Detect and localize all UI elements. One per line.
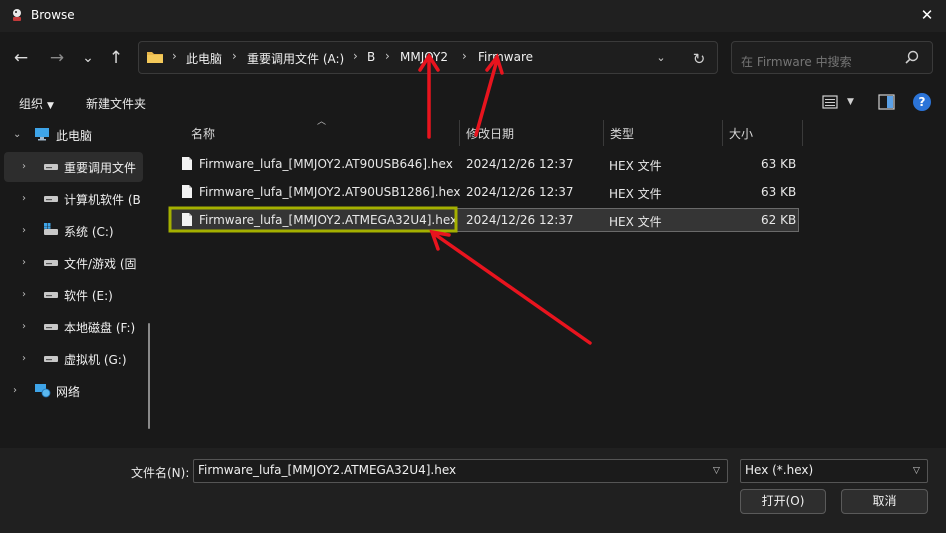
- chevron-right-icon[interactable]: ›: [22, 225, 26, 236]
- annotation-arrow-selected-file: [429, 229, 592, 345]
- organize-menu[interactable]: 组织 ▼: [19, 95, 54, 112]
- breadcrumb-drive-a[interactable]: 重要调用文件 (A:): [247, 50, 344, 67]
- file-name[interactable]: Firmware_lufa_[MMJOY2.AT90USB1286].hex: [199, 185, 460, 199]
- breadcrumb-separator: ›: [385, 49, 390, 63]
- filename-input[interactable]: Firmware_lufa_[MMJOY2.ATMEGA32U4].hex: [193, 459, 728, 483]
- network-icon: [35, 384, 51, 398]
- chevron-down-icon[interactable]: ▽: [713, 466, 720, 476]
- window-title: Browse: [31, 8, 75, 22]
- view-options-icon[interactable]: [821, 92, 843, 112]
- breadcrumb-separator: ›: [353, 49, 358, 63]
- drive-icon: [44, 356, 58, 362]
- chevron-right-icon[interactable]: ›: [22, 193, 26, 204]
- back-arrow-icon: ←: [13, 48, 29, 68]
- sidebar-item-drive-d[interactable]: 文件/游戏 (固: [64, 255, 137, 272]
- drive-icon: [44, 324, 58, 330]
- recent-locations-button[interactable]: ⌄: [75, 44, 101, 72]
- file-type: HEX 文件: [609, 187, 662, 201]
- chevron-down-icon[interactable]: ⌄: [13, 129, 21, 140]
- close-button[interactable]: ✕: [912, 2, 942, 28]
- file-size: 62 KB: [761, 213, 797, 227]
- search-icon: [905, 50, 919, 64]
- chevron-right-icon[interactable]: ›: [22, 321, 26, 332]
- file-size: 63 KB: [761, 157, 797, 171]
- sort-ascending-icon: ︿: [317, 117, 327, 127]
- close-icon: ✕: [920, 6, 934, 24]
- chevron-down-icon[interactable]: ▽: [913, 466, 920, 476]
- column-header-size[interactable]: 大小: [729, 125, 753, 142]
- sidebar-item-drive-e[interactable]: 软件 (E:): [64, 287, 113, 304]
- pc-icon: [35, 128, 49, 141]
- file-type-select[interactable]: Hex (*.hex): [740, 459, 928, 483]
- file-type: HEX 文件: [609, 159, 662, 173]
- sidebar-item-drive-f[interactable]: 本地磁盘 (F:): [64, 319, 135, 336]
- file-modified: 2024/12/26 12:37: [466, 213, 574, 227]
- folder-icon: [147, 52, 163, 63]
- caret-down-icon: ▼: [47, 101, 54, 111]
- sidebar-item-drive-b[interactable]: 计算机软件 (B: [64, 191, 141, 208]
- address-dropdown-button[interactable]: ⌄: [652, 48, 670, 68]
- breadcrumb-firmware[interactable]: Firmware: [478, 50, 533, 64]
- title-bar: [0, 0, 946, 32]
- refresh-button[interactable]: ↻: [688, 48, 710, 70]
- file-icon: [182, 157, 192, 170]
- drive-icon: [44, 260, 58, 266]
- back-button[interactable]: ←: [8, 44, 34, 72]
- up-button[interactable]: ↑: [103, 44, 129, 72]
- column-divider[interactable]: [459, 120, 460, 146]
- open-button[interactable]: 打开(O): [740, 489, 826, 514]
- sidebar-item-drive-g[interactable]: 虚拟机 (G:): [64, 351, 127, 368]
- new-folder-button[interactable]: 新建文件夹: [86, 95, 146, 112]
- windows-drive-icon: [44, 223, 58, 235]
- file-name[interactable]: Firmware_lufa_[MMJOY2.ATMEGA32U4].hex: [199, 213, 457, 227]
- organize-label: 组织: [19, 97, 44, 111]
- column-header-modified[interactable]: 修改日期: [466, 125, 514, 142]
- breadcrumb-this-pc[interactable]: 此电脑: [186, 50, 222, 67]
- file-modified: 2024/12/26 12:37: [466, 157, 574, 171]
- file-icon: [182, 213, 192, 226]
- sidebar-scrollbar[interactable]: [148, 323, 150, 429]
- sidebar-item-drive-a[interactable]: 重要调用文件: [64, 159, 136, 176]
- help-icon[interactable]: ?: [913, 93, 931, 111]
- preview-pane-icon[interactable]: [876, 92, 898, 112]
- caret-down-icon[interactable]: ▼: [847, 97, 854, 107]
- breadcrumb-separator: ›: [172, 49, 177, 63]
- file-name[interactable]: Firmware_lufa_[MMJOY2.AT90USB646].hex: [199, 157, 453, 171]
- up-arrow-icon: ↑: [108, 48, 124, 68]
- breadcrumb-separator: ›: [462, 49, 467, 63]
- sidebar-item-this-pc[interactable]: 此电脑: [56, 127, 92, 144]
- file-type: HEX 文件: [609, 215, 662, 229]
- chevron-down-icon: ⌄: [656, 51, 666, 64]
- column-divider[interactable]: [722, 120, 723, 146]
- column-header-type[interactable]: 类型: [610, 125, 634, 142]
- chevron-down-icon: ⌄: [82, 50, 94, 66]
- cancel-button[interactable]: 取消: [841, 489, 928, 514]
- column-header-name[interactable]: 名称: [191, 125, 215, 142]
- app-icon: [13, 9, 21, 21]
- chevron-right-icon[interactable]: ›: [22, 161, 26, 172]
- column-divider[interactable]: [802, 120, 803, 146]
- file-icon: [182, 185, 192, 198]
- file-modified: 2024/12/26 12:37: [466, 185, 574, 199]
- chevron-right-icon[interactable]: ›: [22, 289, 26, 300]
- file-size: 63 KB: [761, 185, 797, 199]
- column-divider[interactable]: [603, 120, 604, 146]
- breadcrumb-mmjoy2[interactable]: MMJOY2: [400, 50, 448, 64]
- chevron-right-icon[interactable]: ›: [22, 257, 26, 268]
- breadcrumb-b[interactable]: B: [367, 50, 375, 64]
- forward-button[interactable]: →: [44, 44, 70, 72]
- sidebar-item-network[interactable]: 网络: [56, 383, 80, 400]
- drive-icon: [44, 196, 58, 202]
- sidebar-item-drive-c[interactable]: 系统 (C:): [64, 223, 114, 240]
- forward-arrow-icon: →: [49, 48, 65, 68]
- drive-icon: [44, 292, 58, 298]
- drive-icon: [44, 164, 58, 170]
- breadcrumb-separator: ›: [232, 49, 237, 63]
- chevron-right-icon[interactable]: ›: [22, 353, 26, 364]
- chevron-right-icon[interactable]: ›: [13, 385, 17, 396]
- filename-label: 文件名(N):: [131, 466, 190, 480]
- refresh-icon: ↻: [692, 50, 706, 68]
